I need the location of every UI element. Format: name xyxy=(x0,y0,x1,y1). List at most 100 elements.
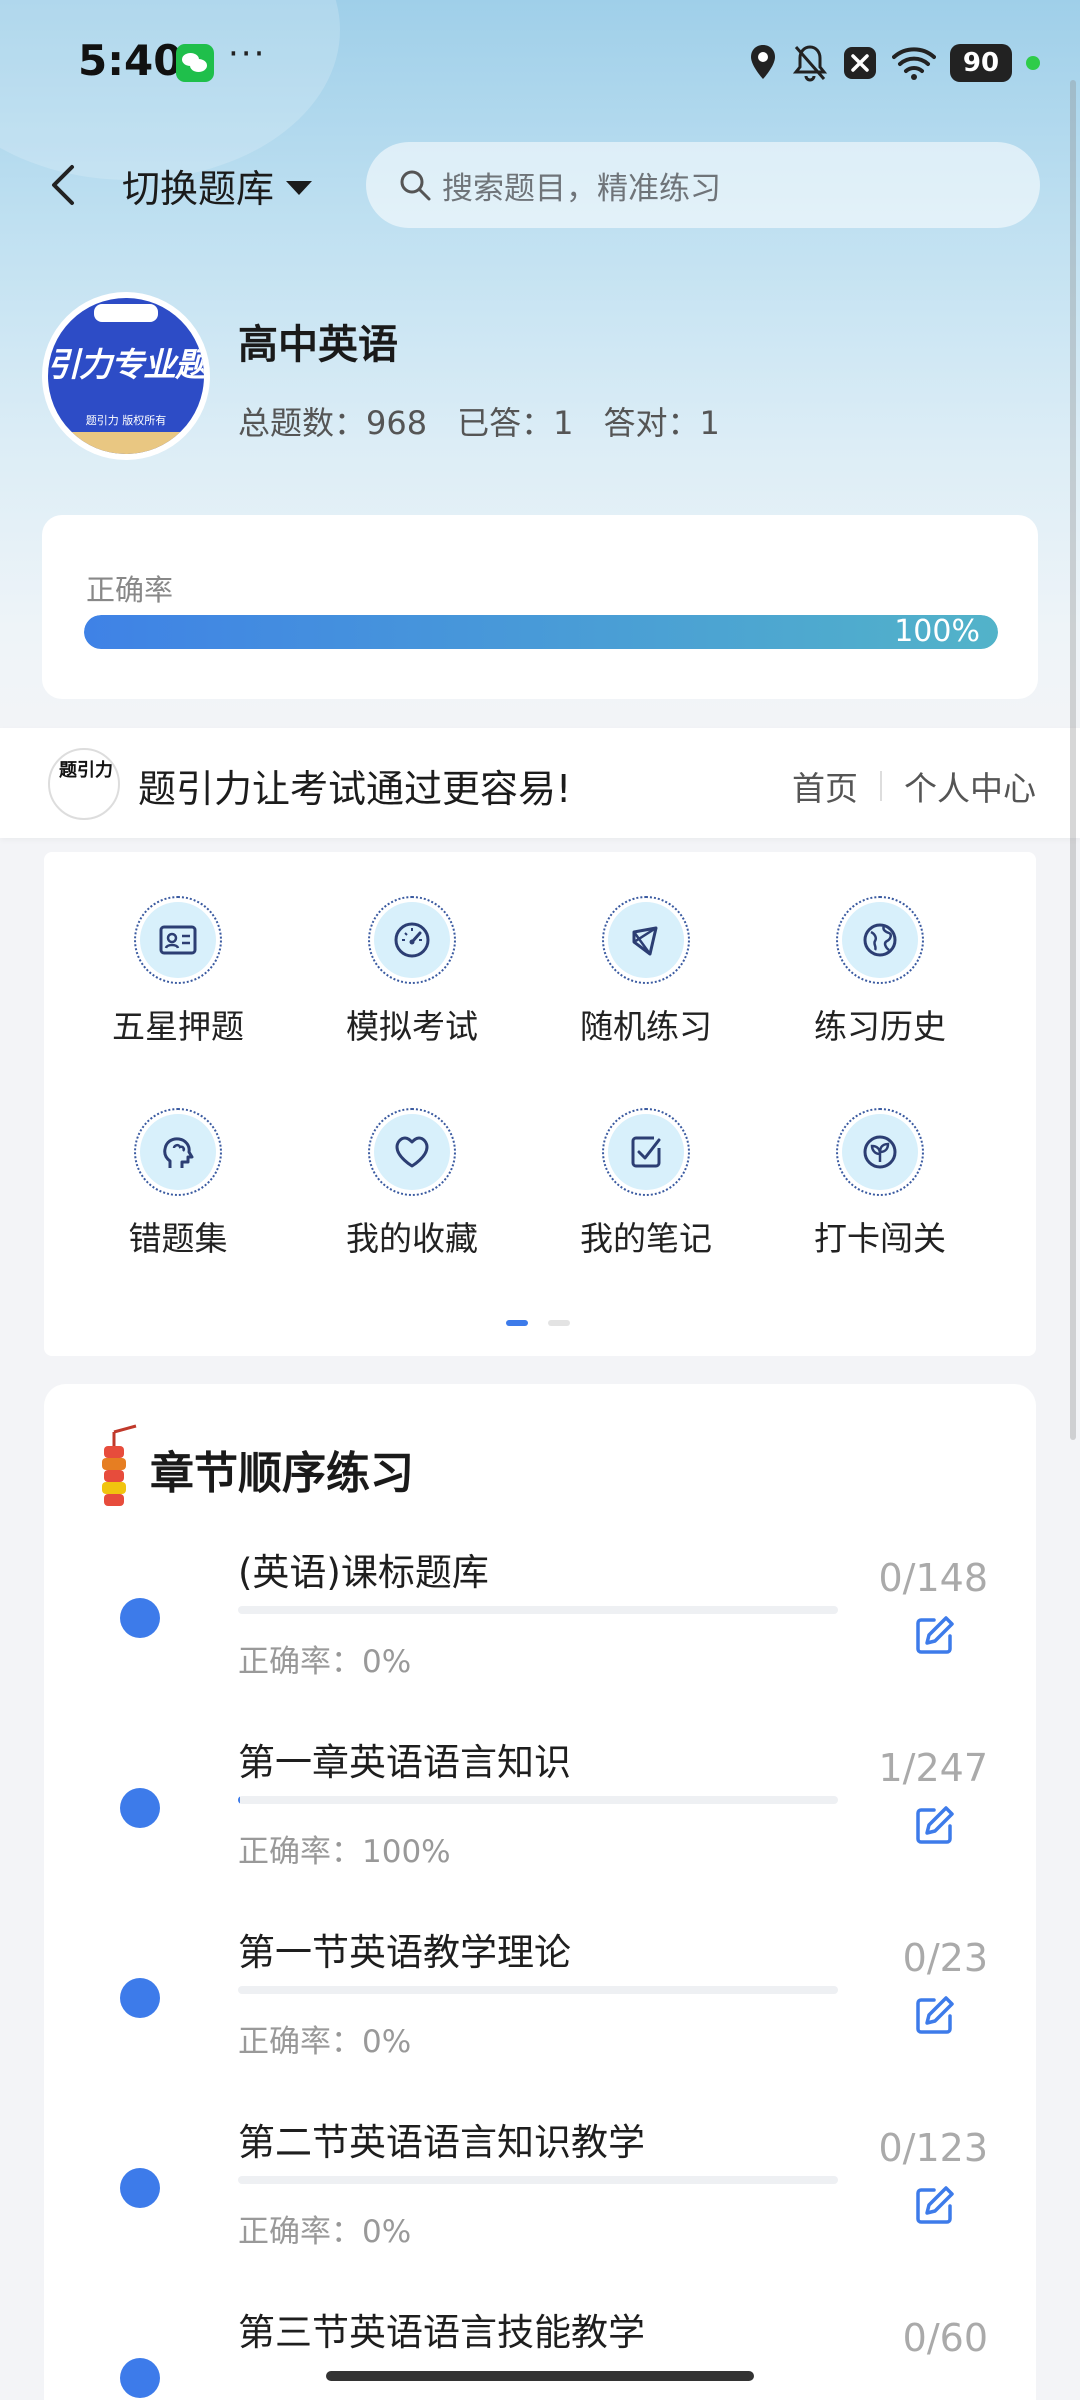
accuracy-progress-fill xyxy=(84,615,998,649)
accuracy-progress-bar: 100% xyxy=(84,615,998,649)
tool-label: 随机练习 xyxy=(580,1007,712,1046)
status-time: 5:40 xyxy=(78,36,183,85)
avatar-text: 引力专业题 xyxy=(48,345,204,384)
globe-icon xyxy=(863,923,897,957)
privacy-indicator-dot xyxy=(1026,56,1040,70)
chapter-accuracy: 正确率：0% xyxy=(238,1644,412,1680)
switch-question-bank-button[interactable]: 切换题库 xyxy=(122,158,313,213)
mute-bell-icon xyxy=(792,45,828,82)
status-icons: 90 xyxy=(748,40,1040,86)
network-icon xyxy=(632,926,658,956)
chapter-accuracy: 正确率：100% xyxy=(238,1834,451,1870)
edit-icon[interactable] xyxy=(912,1804,956,1848)
chapter-count: 1/247 xyxy=(878,1746,988,1790)
id-card-icon xyxy=(159,925,197,955)
more-notifications-icon: ··· xyxy=(228,34,267,74)
search-placeholder: 搜索题目，精准练习 xyxy=(442,170,721,207)
page-dot-active xyxy=(506,1320,528,1326)
chapter-progress-bar xyxy=(238,1986,838,1994)
wifi-icon xyxy=(892,47,936,80)
tool-label: 练习历史 xyxy=(814,1007,946,1046)
page-indicator xyxy=(506,1320,570,1326)
note-check-icon xyxy=(631,1136,661,1168)
search-icon xyxy=(400,170,431,201)
subject-title: 高中英语 xyxy=(238,322,398,368)
chapter-progress-fill xyxy=(238,1796,241,1804)
accuracy-card: 正确率 100% xyxy=(42,515,1038,699)
tools-grid: 五星押题 模拟考试 随机练习 练习历史 错题集 我的收藏 我的笔记 打卡闯关 xyxy=(44,852,1036,1356)
chapter-row[interactable]: 第二节英语语言知识教学 正确率：0% 0/123 xyxy=(44,2112,1036,2302)
chapter-accuracy: 正确率：0% xyxy=(238,2214,412,2250)
chapter-progress-bar xyxy=(238,2176,838,2184)
chapter-count: 0/60 xyxy=(902,2316,988,2360)
tool-label: 模拟考试 xyxy=(346,1007,478,1046)
edit-icon[interactable] xyxy=(912,2184,956,2228)
subject-stats: 总题数：968 已答：1 答对：1 xyxy=(238,398,720,444)
chapter-row[interactable]: (英语)课标题库 正确率：0% 0/148 xyxy=(44,1542,1036,1732)
chapter-section-title: 章节顺序练习 xyxy=(150,1448,414,1499)
chapter-name: 第一章英语语言知识 xyxy=(238,1741,571,1784)
tool-practice-history[interactable]: 练习历史 xyxy=(780,896,980,1048)
brand-banner: 题引力让考试通过更容易! 首页 个人中心 xyxy=(0,728,1080,838)
chapter-row[interactable]: 第一章英语语言知识 正确率：100% 1/247 xyxy=(44,1732,1036,1922)
sim-blocked-icon xyxy=(844,47,876,79)
back-button[interactable] xyxy=(40,155,90,215)
chapter-practice-card: 章节顺序练习 (英语)课标题库 正确率：0% 0/148 第一章英语语言知识 正… xyxy=(44,1384,1036,2400)
status-bar: 5:40 ··· 90 xyxy=(0,0,1080,120)
search-input[interactable]: 搜索题目，精准练习 xyxy=(366,142,1040,228)
chapter-header: 章节顺序练习 xyxy=(94,1424,414,1514)
tool-mock-exam[interactable]: 模拟考试 xyxy=(312,896,512,1048)
location-icon xyxy=(751,45,775,79)
chapter-count: 0/123 xyxy=(878,2126,988,2170)
edit-icon[interactable] xyxy=(912,1614,956,1658)
avatar-bottom-band xyxy=(48,432,204,454)
brand-logo xyxy=(48,748,120,820)
banner-nav: 首页 个人中心 xyxy=(792,762,1036,810)
brand-slogan: 题引力让考试通过更容易! xyxy=(138,767,572,811)
nav-profile-link[interactable]: 个人中心 xyxy=(904,762,1036,810)
scrollbar[interactable] xyxy=(1070,80,1076,1440)
tool-label: 我的笔记 xyxy=(580,1219,712,1258)
tool-label: 我的收藏 xyxy=(346,1219,478,1258)
tool-checkin-challenge[interactable]: 打卡闯关 xyxy=(780,1108,980,1260)
chapter-progress-bar xyxy=(238,1606,838,1614)
tool-five-star[interactable]: 五星押题 xyxy=(78,896,278,1048)
battery-indicator: 90 xyxy=(950,44,1012,82)
chapter-bullet xyxy=(120,1598,160,1638)
tool-wrong-questions[interactable]: 错题集 xyxy=(78,1108,278,1260)
total-questions: 总题数：968 xyxy=(238,404,428,442)
correct-count: 答对：1 xyxy=(603,404,720,442)
chapter-name: 第一节英语教学理论 xyxy=(238,1931,571,1974)
chapter-progress-bar xyxy=(238,1796,838,1804)
chapter-count: 0/23 xyxy=(902,1936,988,1980)
avatar-caption: 题引力 版权所有 xyxy=(85,414,167,427)
chapter-name: 第二节英语语言知识教学 xyxy=(238,2121,645,2164)
switch-question-bank-label: 切换题库 xyxy=(122,167,275,211)
chapter-bullet xyxy=(120,1978,160,2018)
answered-count: 已答：1 xyxy=(457,404,574,442)
sprout-icon xyxy=(863,1135,897,1169)
chapter-accuracy: 正确率：0% xyxy=(238,2024,412,2060)
firecracker-icon xyxy=(102,1424,137,1506)
brain-head-icon xyxy=(163,1137,194,1168)
tool-favorites[interactable]: 我的收藏 xyxy=(312,1108,512,1260)
chevron-left-icon xyxy=(52,165,74,205)
home-indicator[interactable] xyxy=(326,2371,754,2381)
chapter-bullet xyxy=(120,1788,160,1828)
nav-home-link[interactable]: 首页 xyxy=(792,762,858,810)
edit-icon[interactable] xyxy=(912,1994,956,2038)
avatar-logo-pill xyxy=(94,304,158,322)
chapter-row[interactable]: 第三节英语语言技能教学 0/60 xyxy=(44,2302,1036,2400)
subject-avatar: 引力专业题 题引力 版权所有 xyxy=(42,292,210,460)
chapter-name: 第三节英语语言技能教学 xyxy=(238,2311,645,2354)
tool-label: 打卡闯关 xyxy=(814,1219,946,1258)
accuracy-percent: 100% xyxy=(894,615,980,649)
accuracy-label: 正确率 xyxy=(86,573,174,607)
tool-random-practice[interactable]: 随机练习 xyxy=(546,896,746,1048)
tool-label: 错题集 xyxy=(128,1219,228,1258)
chapter-row[interactable]: 第一节英语教学理论 正确率：0% 0/23 xyxy=(44,1922,1036,2112)
chapter-count: 0/148 xyxy=(878,1556,988,1600)
speedometer-icon xyxy=(394,922,430,958)
tool-my-notes[interactable]: 我的笔记 xyxy=(546,1108,746,1260)
page-dot xyxy=(548,1320,570,1326)
